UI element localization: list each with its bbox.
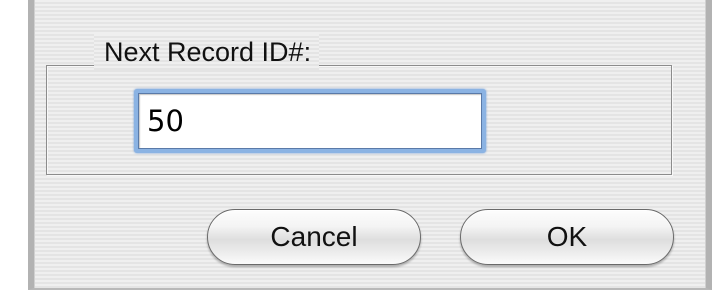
group-label: Next Record ID#:: [94, 34, 320, 70]
cancel-button[interactable]: Cancel: [207, 209, 421, 265]
next-record-id-input[interactable]: [138, 93, 482, 149]
screen: Next Record ID#: Cancel OK: [0, 0, 721, 290]
record-id-field-focus-ring: [134, 89, 486, 153]
ok-button[interactable]: OK: [460, 209, 674, 265]
